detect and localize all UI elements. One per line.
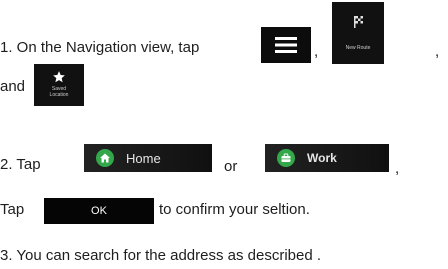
tap-text: Tap	[0, 201, 25, 218]
ok-label: OK	[91, 205, 107, 217]
work-label: Work	[307, 151, 337, 165]
comma: ,	[435, 43, 440, 60]
step1-text: 1. On the Navigation view, tap	[0, 39, 200, 56]
saved-location-button[interactable]: Saved Location	[34, 64, 84, 106]
new-route-label: New Route	[345, 45, 371, 51]
or-text: or	[224, 158, 238, 175]
briefcase-icon	[277, 149, 295, 167]
menu-button[interactable]	[261, 27, 311, 63]
house-icon	[96, 149, 114, 167]
work-button[interactable]: Work	[265, 144, 389, 172]
step2-text: 2. Tap	[0, 156, 41, 173]
star-icon	[53, 71, 65, 83]
checkered-flag-icon	[354, 16, 363, 28]
ok-button[interactable]: OK	[44, 198, 154, 224]
hamburger-menu-icon	[275, 37, 297, 53]
home-label: Home	[126, 150, 161, 166]
new-route-button[interactable]: New Route	[332, 2, 384, 64]
home-button[interactable]: Home	[84, 144, 212, 172]
comma: ,	[395, 160, 400, 177]
saved-location-label-2: Location	[49, 92, 69, 98]
confirm-text: to confirm your seltion.	[159, 201, 310, 218]
comma: ,	[314, 43, 319, 60]
step3-text: 3. You can search for the address as des…	[0, 247, 322, 264]
and-text: and	[0, 78, 26, 95]
